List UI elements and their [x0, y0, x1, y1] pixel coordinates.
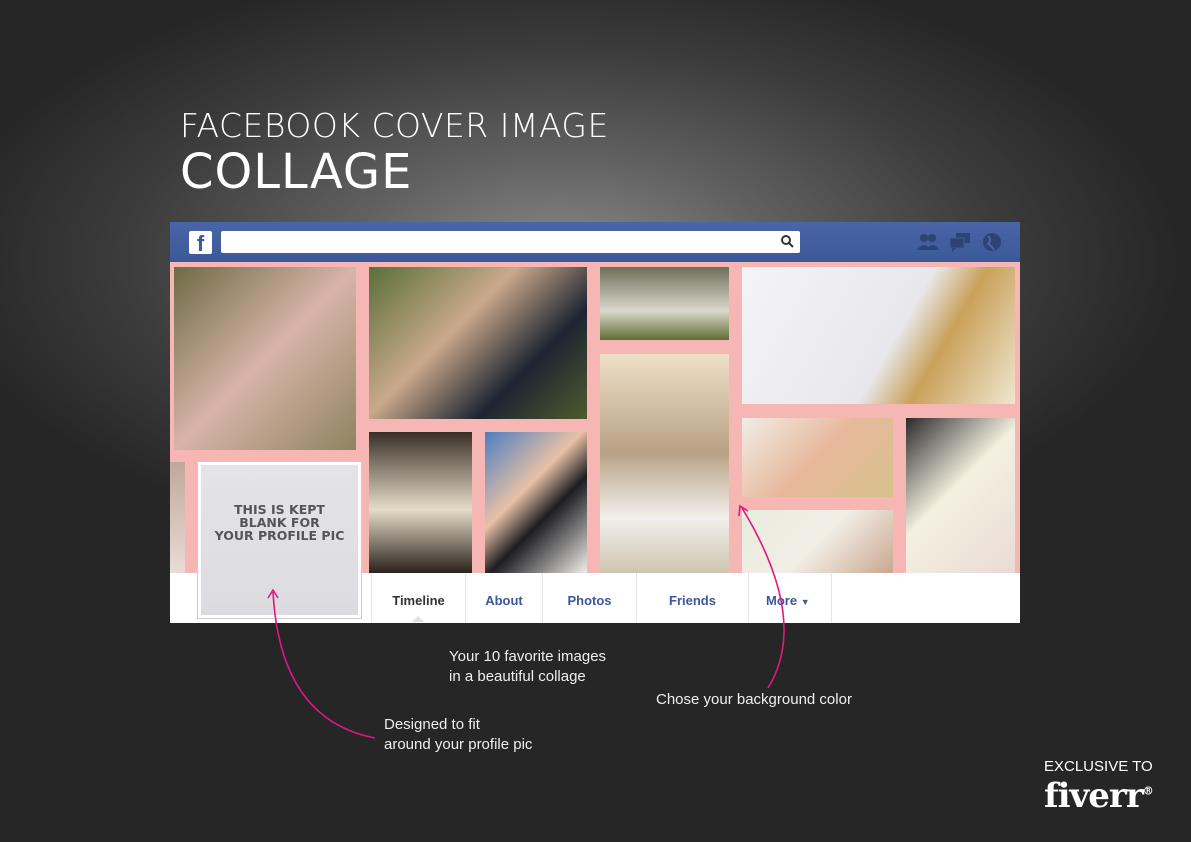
caption-profile: Designed to fit around your profile pic — [384, 715, 532, 755]
caption-line: Your 10 favorite images — [449, 648, 607, 665]
photo-partial-left — [170, 462, 185, 573]
fiverr-logo: fiverr® — [1044, 776, 1154, 816]
heading-line-1: FACEBOOK COVER IMAGE — [180, 106, 609, 145]
tab-about[interactable]: About — [465, 573, 542, 623]
tab-more[interactable]: More ▼ — [748, 573, 832, 623]
photo-couple-on-lawn — [600, 267, 729, 340]
photo-heart-shoes — [742, 418, 893, 497]
globe-icon[interactable] — [980, 230, 1004, 254]
fiverr-wordmark: fiverr — [1044, 776, 1144, 816]
tab-friends[interactable]: Friends — [636, 573, 748, 623]
heading-line-2: COLLAGE — [180, 144, 413, 200]
photo-sunset-kiss — [600, 354, 729, 573]
search-icon[interactable] — [780, 234, 794, 248]
profile-pic-placeholder: THIS IS KEPT BLANK FOR YOUR PROFILE PIC — [198, 462, 361, 618]
tab-more-label: More — [766, 593, 798, 608]
active-tab-indicator — [412, 616, 424, 622]
facebook-logo-icon[interactable]: f — [189, 231, 212, 256]
profile-placeholder-text: THIS IS KEPT BLANK FOR YOUR PROFILE PIC — [201, 503, 358, 542]
photo-groom-bride — [906, 418, 1015, 573]
caption-line: in a beautiful collage — [449, 668, 586, 685]
friends-icon[interactable] — [916, 230, 940, 254]
caption-line: Designed to fit — [384, 716, 480, 733]
photo-couple-kissing — [485, 432, 587, 573]
photo-bouquet — [742, 510, 893, 573]
photo-wedding-rings — [742, 267, 1015, 404]
caption-line: around your profile pic — [384, 736, 533, 753]
facebook-top-bar: f — [170, 222, 1020, 262]
photo-couple-entering — [369, 432, 472, 573]
photo-musicians — [369, 267, 587, 419]
tab-photos[interactable]: Photos — [542, 573, 636, 623]
placeholder-line: YOUR PROFILE PIC — [214, 528, 345, 543]
facebook-mockup: f Timeline About Photos Friends More ▼ T… — [170, 222, 1020, 623]
caption-images: Your 10 favorite images in a beautiful c… — [449, 647, 606, 687]
registered-mark: ® — [1142, 784, 1154, 798]
photo-bridesmaids — [174, 267, 356, 450]
caption-background: Chose your background color — [656, 691, 852, 708]
search-input[interactable] — [221, 231, 800, 253]
messages-icon[interactable] — [948, 230, 972, 254]
chevron-down-icon: ▼ — [800, 597, 810, 607]
exclusive-label: EXCLUSIVE TO — [1044, 758, 1153, 775]
